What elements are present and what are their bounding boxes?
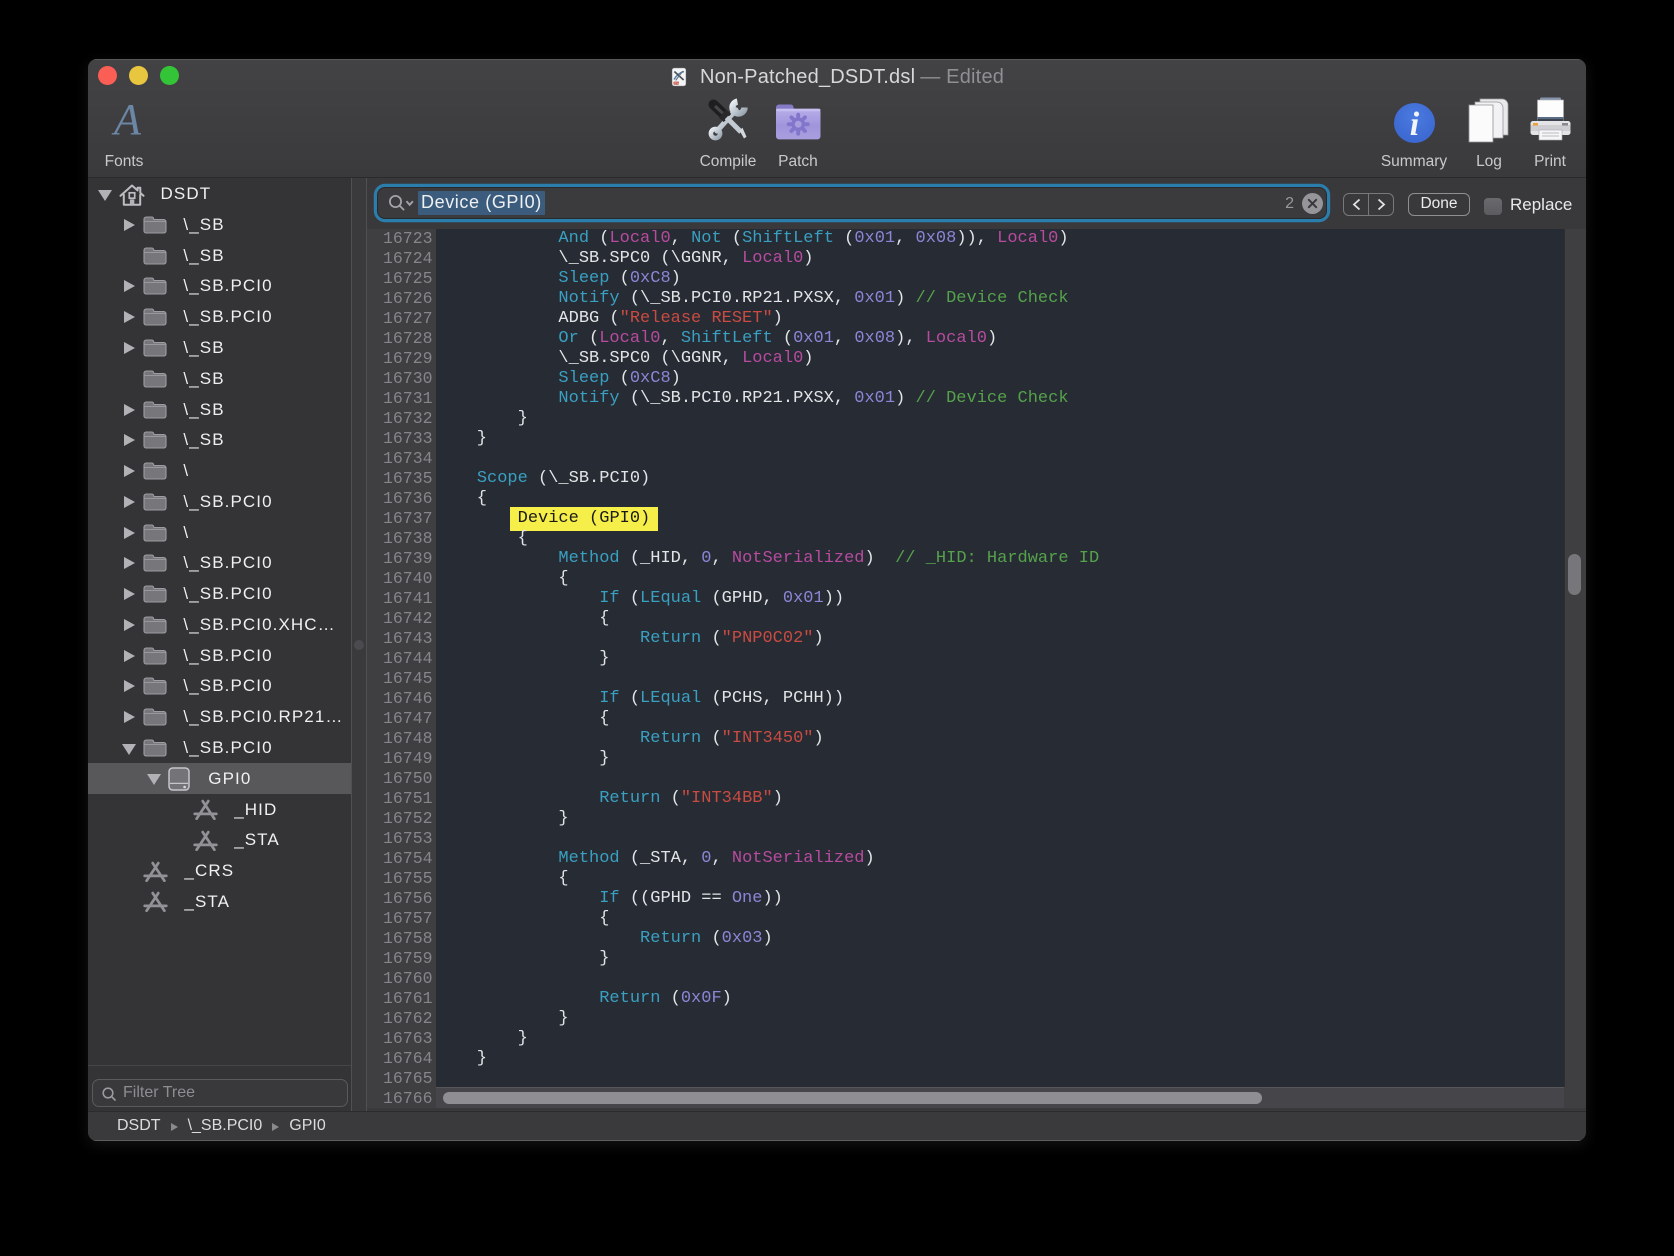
svg-text:DSL: DSL [674,83,680,85]
